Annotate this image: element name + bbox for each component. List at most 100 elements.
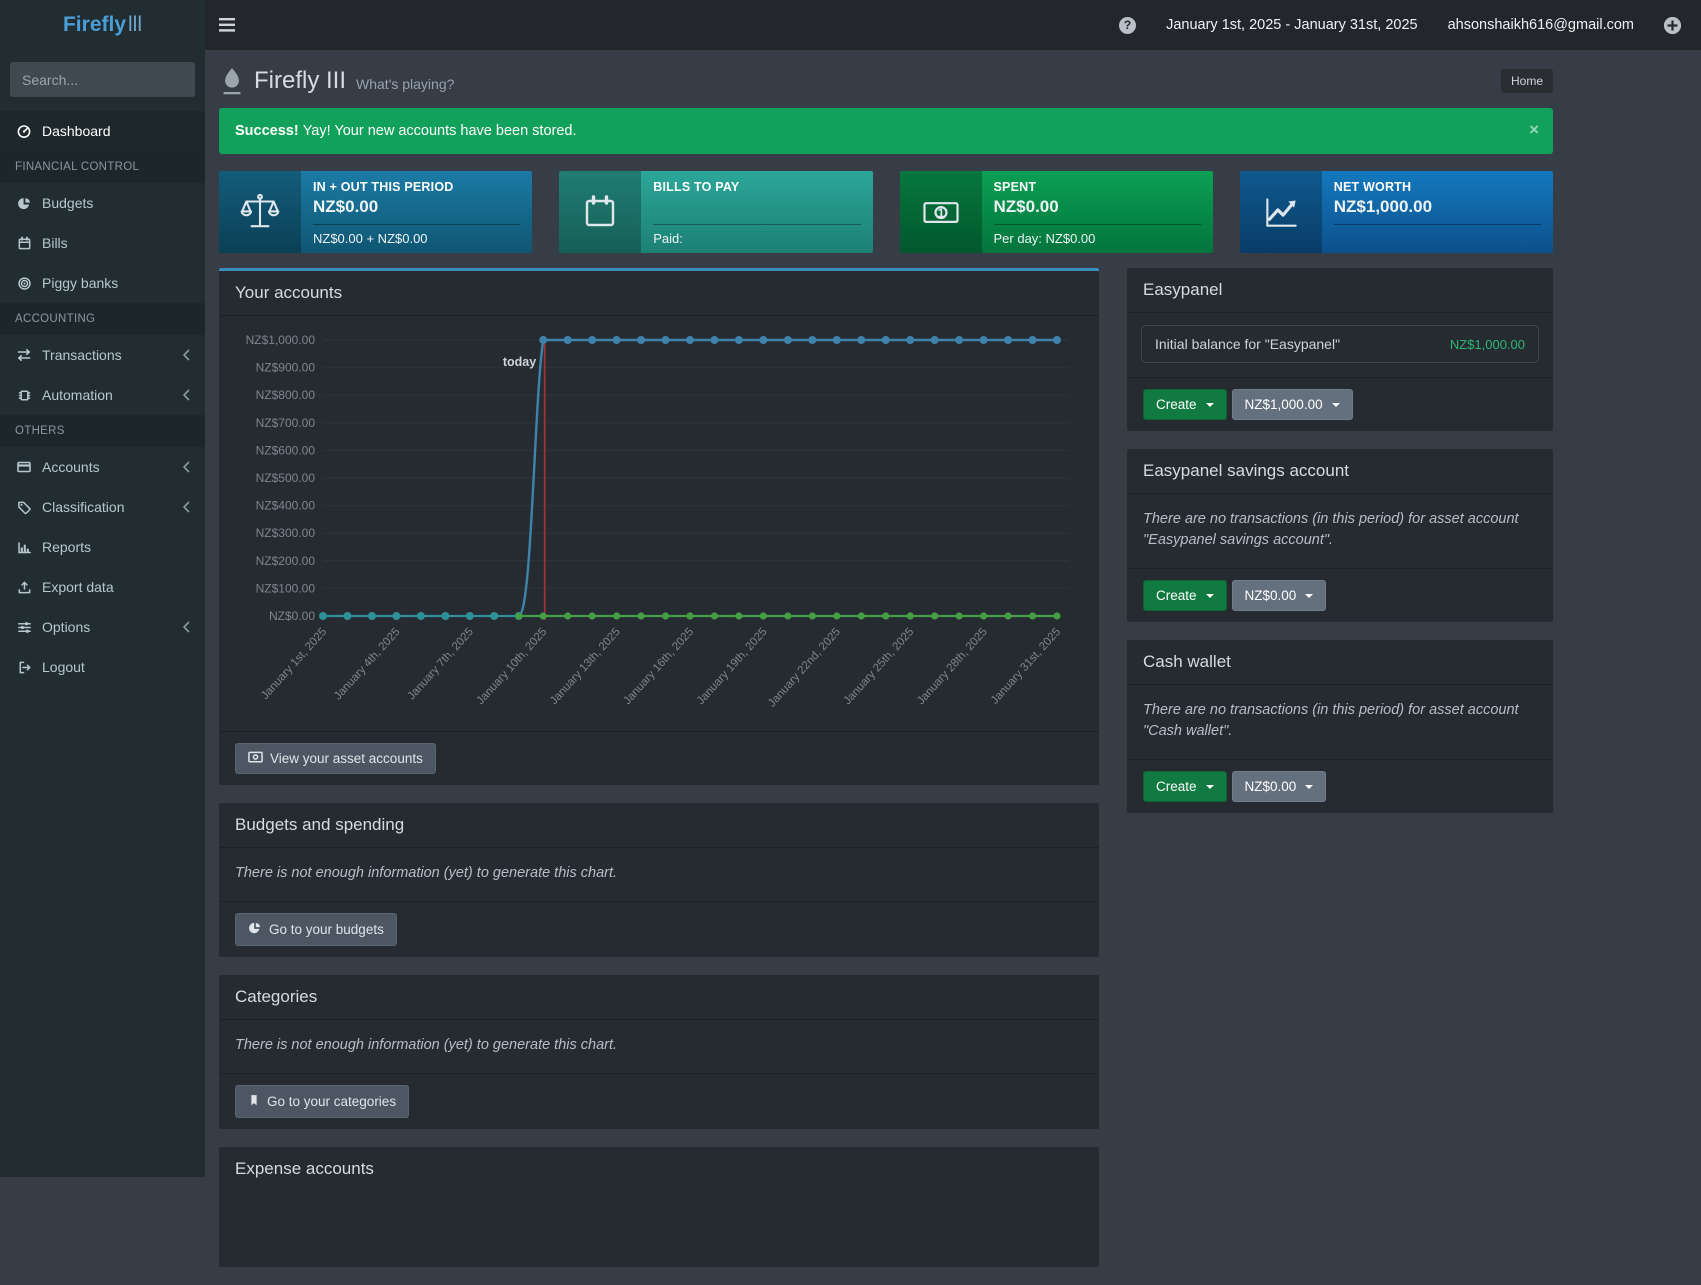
create-dropdown-button[interactable]: Create (1143, 580, 1227, 611)
plus-circle-icon[interactable] (1664, 17, 1681, 34)
svg-text:January 25th, 2025: January 25th, 2025 (842, 626, 917, 707)
sidebar-item-dashboard[interactable]: Dashboard (0, 111, 205, 151)
caret-down-icon (1206, 785, 1214, 789)
svg-text:NZ$0.00: NZ$0.00 (269, 609, 315, 623)
caret-down-icon (1332, 403, 1340, 407)
chevron-left-icon (182, 501, 190, 513)
sidebar-toggle-icon[interactable] (219, 0, 255, 50)
svg-text:January 4th, 2025: January 4th, 2025 (332, 626, 403, 702)
no-transactions-message: There are no transactions (in this perio… (1127, 685, 1553, 759)
go-to-budgets-button[interactable]: Go to your budgets (235, 913, 397, 946)
brand-suffix-text: lll (128, 13, 142, 37)
money-bill-icon (248, 751, 263, 766)
sidebar-item-automation[interactable]: Automation (0, 375, 205, 415)
sidebar-item-transactions[interactable]: Transactions (0, 335, 205, 375)
panel-title: Categories (219, 975, 1099, 1019)
breadcrumb-home[interactable]: Home (1501, 69, 1553, 93)
sidebar-search (10, 62, 195, 97)
sidebar-item-options[interactable]: Options (0, 607, 205, 647)
page-subtitle: What's playing? (356, 76, 454, 92)
go-to-categories-button[interactable]: Go to your categories (235, 1085, 409, 1118)
bar-chart-icon (15, 539, 33, 555)
balance-dropdown-button[interactable]: NZ$0.00 (1232, 771, 1327, 802)
sidebar-item-label: Logout (42, 659, 85, 675)
chevron-left-icon (182, 349, 190, 361)
infobox-value: NZ$0.00 (313, 197, 520, 217)
bullseye-icon (15, 275, 33, 291)
infobox-net-worth: NET WORTH NZ$1,000.00 (1240, 171, 1553, 253)
firefly-flame-icon (219, 66, 245, 96)
sidebar-item-label: Transactions (42, 347, 122, 363)
svg-text:NZ$400.00: NZ$400.00 (256, 499, 316, 513)
panel-title: Expense accounts (219, 1147, 1099, 1191)
sidebar-item-label: Reports (42, 539, 91, 555)
infobox-bills-to-pay: BILLS TO PAY Paid: (559, 171, 872, 253)
svg-text:January 19th, 2025: January 19th, 2025 (695, 626, 770, 707)
infobox-value: NZ$0.00 (994, 197, 1201, 217)
svg-text:January 1st, 2025: January 1st, 2025 (259, 626, 329, 702)
balance-dropdown-button[interactable]: NZ$1,000.00 (1232, 389, 1353, 420)
cash-wallet-panel: Cash wallet There are no transactions (i… (1127, 640, 1553, 813)
pie-chart-icon (15, 195, 33, 211)
balance-dropdown-button[interactable]: NZ$0.00 (1232, 580, 1327, 611)
panel-title: Budgets and spending (219, 803, 1099, 847)
sidebar-item-logout[interactable]: Logout (0, 647, 205, 687)
infobox-title: BILLS TO PAY (653, 180, 860, 194)
sidebar-item-label: Export data (42, 579, 114, 595)
tag-icon (15, 499, 33, 515)
sidebar-item-classification[interactable]: Classification (0, 487, 205, 527)
budgets-panel: Budgets and spending There is not enough… (219, 803, 1099, 957)
sidebar-item-piggy-banks[interactable]: Piggy banks (0, 263, 205, 303)
sidebar-header-accounting: ACCOUNTING (0, 303, 205, 335)
svg-text:NZ$100.00: NZ$100.00 (256, 581, 316, 595)
close-icon[interactable]: × (1529, 121, 1539, 138)
savings-account-panel: Easypanel savings account There are no t… (1127, 449, 1553, 622)
sidebar-item-label: Bills (42, 235, 68, 251)
no-transactions-message: There are no transactions (in this perio… (1127, 494, 1553, 568)
content-header: Firefly III What's playing? Home (219, 58, 1553, 104)
svg-text:1: 1 (937, 206, 944, 220)
sidebar-item-accounts[interactable]: Accounts (0, 447, 205, 487)
success-alert: Success!Yay! Your new accounts have been… (219, 108, 1553, 154)
infobox-footer: Per day: NZ$0.00 (994, 224, 1201, 246)
user-email[interactable]: ahsonshaikh616@gmail.com (1448, 17, 1634, 33)
view-asset-accounts-button[interactable]: View your asset accounts (235, 743, 436, 774)
button-label: Create (1156, 397, 1197, 412)
sidebar-item-budgets[interactable]: Budgets (0, 183, 205, 223)
create-dropdown-button[interactable]: Create (1143, 771, 1227, 802)
search-input[interactable] (10, 62, 195, 97)
caret-down-icon (1305, 594, 1313, 598)
sidebar-item-label: Accounts (42, 459, 100, 475)
svg-text:January 7th, 2025: January 7th, 2025 (405, 626, 476, 702)
panel-title: Easypanel (1127, 268, 1553, 312)
exchange-arrows-icon (15, 347, 33, 363)
infobox-footer: Paid: (653, 224, 860, 246)
alert-emphasis: Success! (235, 123, 299, 139)
sidebar-item-reports[interactable]: Reports (0, 527, 205, 567)
button-label: Create (1156, 588, 1197, 603)
sidebar-item-bills[interactable]: Bills (0, 223, 205, 263)
infobox-footer: NZ$0.00 + NZ$0.00 (313, 224, 520, 246)
svg-text:NZ$500.00: NZ$500.00 (256, 471, 316, 485)
svg-text:January 31st, 2025: January 31st, 2025 (989, 626, 1063, 707)
caret-down-icon (1206, 594, 1214, 598)
button-label: NZ$0.00 (1245, 588, 1297, 603)
empty-chart-message: There is not enough information (yet) to… (219, 1020, 1099, 1073)
svg-text:January 28th, 2025: January 28th, 2025 (915, 626, 990, 707)
sliders-icon (15, 619, 33, 635)
create-dropdown-button[interactable]: Create (1143, 389, 1227, 420)
sidebar-item-export-data[interactable]: Export data (0, 567, 205, 607)
sign-out-icon (15, 659, 33, 675)
button-label: NZ$0.00 (1245, 779, 1297, 794)
easypanel-account-panel: Easypanel Initial balance for "Easypanel… (1127, 268, 1553, 431)
app-logo[interactable]: Firefly lll (0, 0, 205, 50)
help-icon[interactable]: ? (1119, 17, 1136, 34)
svg-text:NZ$700.00: NZ$700.00 (256, 416, 316, 430)
brand-text: Firefly (63, 13, 126, 37)
panel-title: Easypanel savings account (1127, 449, 1553, 493)
transaction-row[interactable]: Initial balance for "Easypanel" NZ$1,000… (1141, 325, 1539, 363)
date-range-selector[interactable]: January 1st, 2025 - January 31st, 2025 (1166, 17, 1418, 33)
infobox-footer (1334, 224, 1541, 246)
categories-panel: Categories There is not enough informati… (219, 975, 1099, 1129)
svg-text:NZ$300.00: NZ$300.00 (256, 526, 316, 540)
